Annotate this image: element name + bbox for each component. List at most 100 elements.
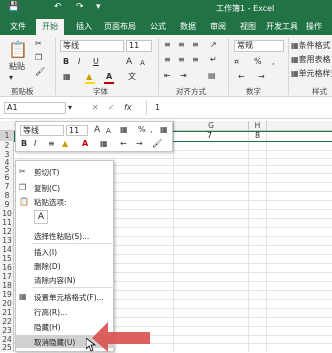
column-header-i[interactable]	[266, 121, 332, 131]
menu-item-copy[interactable]: ❐ 复制(C)	[16, 181, 115, 194]
align-right-icon[interactable]: ≡	[192, 55, 199, 65]
window-title: 工作簿1 - Excel	[216, 4, 275, 13]
phonetic-icon[interactable]: 文	[128, 72, 136, 82]
font-color-icon[interactable]: A	[106, 72, 112, 82]
save-icon[interactable]: 💾	[8, 2, 19, 12]
menu-item-delete[interactable]: 删除(D)	[16, 259, 115, 272]
mini-format-table-icon[interactable]: ▦	[160, 125, 168, 135]
row-header-bar: 1 2 3 4 5 6 7 8 9 10 11 12 13 14 15 16 1…	[0, 131, 14, 352]
enter-icon[interactable]: ✓	[108, 103, 115, 113]
increase-indent-icon[interactable]: ⇥	[180, 71, 187, 81]
number-format-box[interactable]: 常规	[234, 40, 284, 52]
name-box-value: A1	[7, 103, 18, 112]
mini-number-format-icon[interactable]: ▦	[120, 125, 128, 135]
menu-item-label: 选择性粘贴(S)...	[34, 232, 90, 241]
menu-item-paste-options: 📋 粘贴选项:	[16, 195, 115, 208]
name-box-dropdown-icon[interactable]: ▾	[68, 103, 72, 113]
paste-button-label[interactable]: 粘贴	[9, 62, 25, 72]
menu-item-format-cells[interactable]: ▦ 设置单元格格式(F)...	[16, 290, 115, 303]
column-header-g[interactable]: G	[173, 121, 248, 131]
tab-formulas[interactable]: 公式	[150, 21, 166, 32]
formula-input[interactable]: 1	[146, 100, 332, 115]
cell-styles-button[interactable]: ▦单元格样式	[291, 69, 332, 79]
wrap-text-icon[interactable]: ↵	[210, 55, 217, 65]
mini-comma-button[interactable]: ,	[150, 125, 153, 135]
font-name-box[interactable]: 等线	[60, 40, 124, 52]
mini-grow-font-icon[interactable]: A	[94, 125, 100, 135]
grow-font-button[interactable]: A	[126, 57, 132, 67]
align-middle-icon[interactable]: ≡	[178, 40, 185, 50]
name-box[interactable]: A1	[4, 102, 66, 114]
underline-button[interactable]: U	[93, 57, 99, 67]
tab-view[interactable]: 视图	[240, 21, 256, 32]
tab-data[interactable]: 数据	[180, 21, 196, 32]
menu-item-paste-special[interactable]: 选择性粘贴(S)...	[16, 229, 115, 242]
menu-item-cut[interactable]: ✂ 剪切(T)	[16, 165, 115, 178]
mini-font-name-box[interactable]: 等线	[20, 125, 64, 136]
paste-dropdown-icon[interactable]: ▾	[9, 73, 13, 83]
mini-bold-button[interactable]: B	[21, 139, 27, 149]
title-bar: 💾 ↶ ↷ ▾ 工作簿1 - Excel	[0, 0, 332, 17]
format-painter-icon[interactable]: 🖌	[35, 67, 45, 77]
tab-tell-me[interactable]: 操作	[306, 21, 322, 32]
comma-style-icon[interactable]: ,	[272, 57, 275, 67]
shrink-font-button[interactable]: A	[140, 58, 145, 68]
increase-decimal-icon[interactable]: ←	[238, 72, 245, 82]
merge-center-icon[interactable]: ▤	[208, 71, 216, 81]
tab-file[interactable]: 文件	[10, 21, 26, 32]
mini-percent-button[interactable]: %	[138, 125, 146, 135]
font-size-box[interactable]: 11	[126, 40, 152, 52]
undo-icon[interactable]: ↶	[54, 2, 62, 12]
bold-button[interactable]: B	[63, 57, 69, 67]
menu-separator	[32, 287, 114, 288]
customize-quick-access-icon[interactable]: ▾	[96, 2, 101, 12]
paste-option-button[interactable]: A	[34, 210, 48, 224]
column-header-h[interactable]: H	[248, 121, 266, 131]
number-format-value: 常规	[237, 41, 253, 50]
group-divider	[55, 38, 56, 95]
paste-icon[interactable]: 📋	[8, 41, 28, 59]
tab-page-layout[interactable]: 页面布局	[104, 21, 136, 32]
menu-item-clear-contents[interactable]: 清除内容(N)	[16, 273, 115, 286]
tab-review[interactable]: 审阅	[210, 21, 226, 32]
percent-icon[interactable]: %	[254, 57, 262, 67]
mini-format-painter-icon[interactable]: 🖌	[152, 139, 162, 149]
mini-increase-decimal-icon[interactable]: ←	[120, 139, 127, 149]
italic-button[interactable]: I	[78, 57, 80, 67]
decrease-decimal-icon[interactable]: →	[258, 72, 265, 82]
borders-icon[interactable]: ▦	[63, 72, 71, 82]
mini-font-color-icon[interactable]: A	[82, 139, 88, 149]
mini-font-size-box[interactable]: 11	[66, 125, 88, 136]
fill-color-icon[interactable]: ▲	[86, 72, 92, 82]
align-center-icon[interactable]: ≡	[178, 55, 185, 65]
menu-item-label: 行高(R)...	[34, 308, 68, 317]
mini-borders-icon[interactable]: ▦	[100, 139, 108, 149]
cancel-icon[interactable]: ✕	[92, 103, 99, 113]
mini-align-icon[interactable]: ≡	[48, 139, 55, 149]
select-all-corner[interactable]	[0, 121, 14, 131]
tab-developer[interactable]: 开发工具	[266, 21, 298, 32]
cut-icon[interactable]: ✂	[35, 39, 42, 49]
mini-fill-color-icon[interactable]: ▲	[62, 139, 68, 149]
format-as-table-label: 套用表格	[298, 55, 331, 64]
align-left-icon[interactable]: ≡	[164, 55, 171, 65]
decrease-indent-icon[interactable]: ⇤	[164, 71, 171, 81]
insert-function-button[interactable]: fx	[124, 103, 132, 113]
mini-shrink-font-icon[interactable]: A	[106, 126, 111, 136]
align-bottom-icon[interactable]: ≡	[192, 40, 199, 50]
row-header-1[interactable]: 1	[0, 131, 14, 141]
orientation-icon[interactable]: ↗	[210, 40, 217, 50]
conditional-formatting-button[interactable]: ▦条件格式	[291, 41, 331, 51]
mini-toolbar: 等线 11 A A ▦ % , ▦ B I ≡ ▲ A ▦ ← → 🖌	[15, 121, 173, 152]
copy-icon[interactable]: ❐	[35, 53, 42, 63]
format-as-table-button[interactable]: ▦套用表格	[291, 55, 331, 65]
tab-insert[interactable]: 插入	[76, 21, 92, 32]
align-top-icon[interactable]: ≡	[164, 40, 171, 50]
menu-item-label: 取消隐藏(U)	[34, 338, 76, 347]
mini-decrease-decimal-icon[interactable]: →	[136, 139, 143, 149]
mini-italic-button[interactable]: I	[34, 139, 36, 149]
currency-icon[interactable]: ¤	[234, 57, 239, 67]
tab-home[interactable]: 开始	[36, 19, 64, 35]
menu-item-insert[interactable]: 插入(I)	[16, 245, 115, 258]
redo-icon[interactable]: ↷	[76, 2, 84, 12]
